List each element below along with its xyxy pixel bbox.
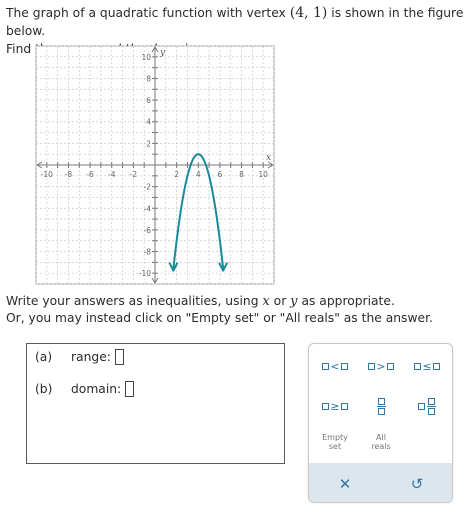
fraction-button[interactable] [361, 392, 401, 420]
x-tick-label: 6 [218, 170, 223, 179]
y-axis-label: y [159, 48, 166, 58]
x-tick-label: 10 [258, 170, 268, 179]
instructions-text: Write your answers as inequalities, usin… [6, 293, 472, 327]
instructions-line-1: Write your answers as inequalities, usin… [6, 294, 395, 309]
y-tick-label: 4 [146, 118, 151, 127]
y-tick-label: -6 [144, 226, 152, 235]
x-tick-label: 8 [239, 170, 244, 179]
domain-row: (b) domain: [35, 381, 135, 397]
domain-input[interactable] [125, 381, 135, 397]
close-icon: ✕ [338, 474, 352, 493]
x-tick-label: -8 [65, 170, 73, 179]
range-row: (a) range: [35, 349, 124, 365]
placeholder-box-icon [322, 362, 330, 370]
clear-button[interactable]: ✕ [309, 463, 381, 502]
undo-button[interactable]: ↺ [381, 463, 452, 502]
less-or-equal-button[interactable]: ≤ [407, 356, 447, 376]
instructions-line-2: Or, you may instead click on "Empty set"… [6, 311, 433, 325]
y-tick-label: -2 [144, 183, 152, 192]
x-tick-label: -10 [41, 170, 53, 179]
y-tick-label: 8 [146, 74, 151, 83]
parabola-graph: -10 -8 -6 -4 -2 2 4 6 8 10 10 8 6 4 2 -2 -4 -6 -8 -10 x y [34, 44, 278, 286]
x-tick-label: -4 [108, 170, 116, 179]
y-tick-label: 10 [141, 53, 151, 62]
y-tick-label: -10 [139, 269, 151, 278]
mixed-number-button[interactable] [407, 392, 447, 420]
placeholder-box-icon [368, 362, 376, 370]
y-tick-label: -8 [144, 248, 152, 257]
placeholder-box-icon [322, 402, 330, 410]
placeholder-box-icon [432, 362, 440, 370]
placeholder-box-icon [386, 362, 394, 370]
part-a-label: (a) [35, 350, 53, 364]
undo-icon: ↺ [410, 474, 424, 493]
math-keypad: < > ≤ ≥ Empty set All reals ✕ ↺ [308, 343, 453, 503]
keypad-action-bar: ✕ ↺ [309, 463, 452, 502]
x-tick-label: -2 [130, 170, 138, 179]
x-tick-label: -6 [86, 170, 94, 179]
placeholder-box-icon [340, 402, 348, 410]
range-label: range: [71, 350, 111, 364]
all-reals-button[interactable]: All reals [359, 431, 403, 453]
x-axis-label: x [266, 153, 271, 163]
fraction-icon [376, 397, 386, 415]
placeholder-box-icon [418, 402, 425, 410]
question-line-1: The graph of a quadratic function with v… [6, 5, 464, 38]
placeholder-box-icon [340, 362, 348, 370]
answer-panel: (a) range: (b) domain: [26, 343, 285, 464]
empty-set-button[interactable]: Empty set [313, 431, 357, 453]
y-tick-label: -4 [144, 204, 152, 213]
y-tick-label: 2 [146, 139, 151, 148]
vertex-value: (4, 1) [289, 5, 328, 21]
part-b-label: (b) [35, 382, 53, 396]
x-tick-label: 4 [196, 170, 201, 179]
y-tick-label: 6 [146, 96, 151, 105]
less-than-button[interactable]: < [315, 356, 355, 376]
graph-canvas: -10 -8 -6 -4 -2 2 4 6 8 10 10 8 6 4 2 -2 -4 -6 -8 -10 x y [35, 45, 275, 285]
greater-than-button[interactable]: > [361, 356, 401, 376]
domain-label: domain: [71, 382, 122, 396]
placeholder-box-icon [414, 362, 422, 370]
fraction-icon [427, 397, 436, 415]
range-input[interactable] [114, 349, 124, 365]
x-tick-label: 2 [174, 170, 179, 179]
greater-or-equal-button[interactable]: ≥ [315, 394, 355, 418]
